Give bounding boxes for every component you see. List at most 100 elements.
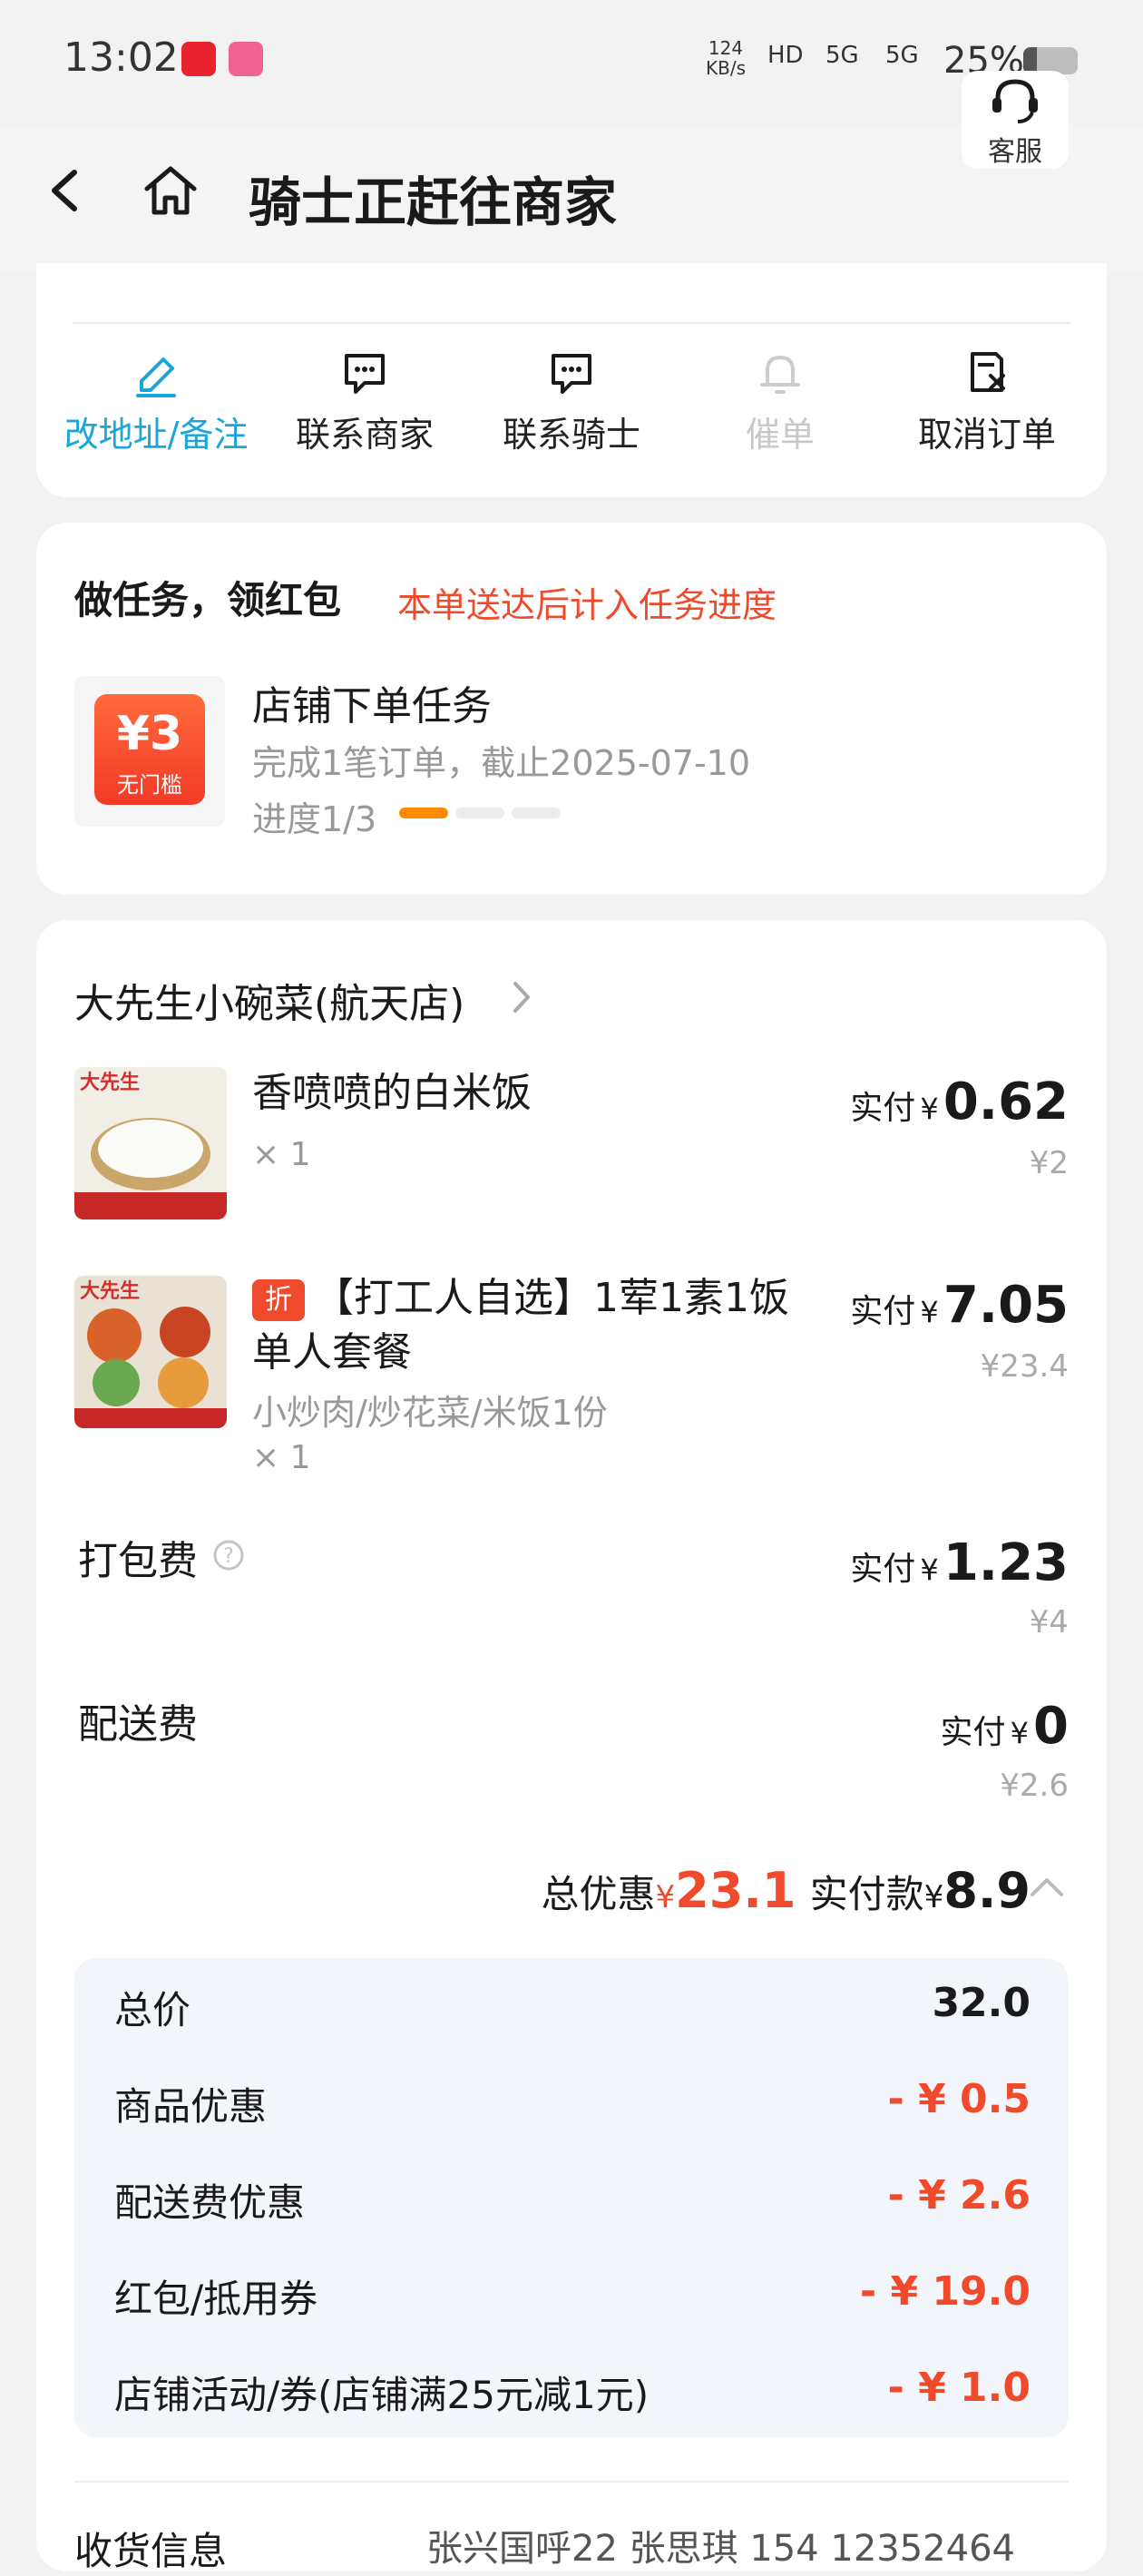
breakdown-row: 店铺活动/券(店铺满25元减1元) - ¥ 1.0	[114, 2365, 1031, 2419]
total-discount-label: 总优惠	[541, 1872, 656, 1916]
breakdown-label: 总价	[114, 1988, 191, 2032]
svg-text:大先生: 大先生	[80, 1280, 140, 1303]
breakdown-row: 商品优惠 - ¥ 0.5	[114, 2076, 1031, 2130]
net-speed-unit: KB/s	[706, 57, 746, 79]
order-summary: 总优惠¥23.1 实付款¥8.9	[0, 1862, 1031, 1919]
original-price: ¥23.4	[980, 1348, 1069, 1385]
chat-icon	[552, 354, 591, 394]
home-icon	[144, 166, 197, 215]
cancel-order-label: 取消订单	[917, 415, 1056, 455]
pay-label: 实付	[850, 1090, 916, 1127]
currency: ¥	[920, 1092, 939, 1126]
currency: ¥	[920, 1552, 939, 1587]
packing-fee-label: 打包费	[78, 1538, 198, 1584]
coupon-tag: 无门槛	[117, 772, 182, 798]
item-name-line1: 【打工人自选】1荤1素1饭	[314, 1275, 789, 1321]
currency: ¥	[920, 1295, 939, 1329]
delivery-fee-pay: 实付 ¥ 0	[940, 1697, 1069, 1756]
breakdown-row: 总价 32.0	[114, 1980, 1031, 2034]
urge-order-button[interactable]: 催单	[680, 345, 880, 456]
original-price: ¥2	[1029, 1145, 1069, 1181]
breakdown-row: 配送费优惠 - ¥ 2.6	[114, 2172, 1031, 2227]
home-button[interactable]	[134, 154, 207, 227]
task-subtitle: 本单送达后计入任务进度	[397, 585, 777, 625]
item-spec: 小炒肉/炒花菜/米饭1份	[252, 1393, 608, 1433]
chat-icon	[345, 354, 385, 394]
breakdown-value: - ¥ 2.6	[887, 2172, 1031, 2218]
delivery-fee-label: 配送费	[78, 1701, 198, 1748]
page-title: 骑士正赶往商家	[249, 171, 618, 233]
svg-text:?: ?	[223, 1545, 234, 1568]
contact-store-label: 联系商家	[295, 415, 434, 455]
progress-segment	[399, 808, 448, 818]
original-price: ¥4	[1029, 1604, 1069, 1641]
svg-text:大先生: 大先生	[80, 1072, 140, 1094]
breakdown-label: 商品优惠	[114, 2084, 268, 2129]
customer-service-label: 客服	[988, 136, 1042, 168]
progress-segment	[512, 808, 561, 818]
pay-amount: 0.62	[943, 1073, 1069, 1131]
item-qty: × 1	[252, 1439, 311, 1476]
task-desc: 完成1笔订单，截止2025-07-10	[252, 743, 751, 783]
pay-amount: 0	[1033, 1697, 1069, 1756]
original-price: ¥2.6	[1000, 1768, 1069, 1804]
divider	[73, 322, 1070, 324]
item-name: 香喷喷的白米饭	[252, 1070, 532, 1116]
contact-rider-label: 联系骑士	[502, 415, 640, 455]
help-icon[interactable]: ?	[212, 1539, 245, 1575]
chevron-up-icon[interactable]	[1027, 1869, 1067, 1909]
store-name-link[interactable]: 大先生小碗菜(航天店)	[74, 971, 464, 1029]
breakdown-label: 红包/抵用券	[114, 2277, 318, 2321]
pay-amount: 7.05	[943, 1276, 1069, 1335]
packing-fee-pay: 实付 ¥ 1.23	[850, 1533, 1069, 1592]
edit-address-label: 改地址/备注	[64, 415, 249, 455]
coupon-card: ¥3 无门槛	[74, 676, 225, 827]
currency: ¥	[655, 1879, 676, 1915]
breakdown-row: 红包/抵用券 - ¥ 19.0	[114, 2268, 1031, 2323]
task-name: 店铺下单任务	[252, 683, 492, 730]
pay-label: 实付	[940, 1714, 1006, 1751]
coupon-value: ¥3	[116, 707, 183, 761]
back-button[interactable]	[36, 154, 100, 227]
currency: ¥	[923, 1879, 944, 1915]
total-discount-amount: 23.1	[675, 1862, 796, 1919]
hd-badge: HD	[767, 42, 804, 69]
red-packet-icon: ¥3 无门槛	[94, 694, 205, 805]
divider	[74, 2481, 1069, 2483]
cancel-order-button[interactable]: 取消订单	[887, 345, 1087, 456]
contact-rider-button[interactable]: 联系骑士	[472, 345, 671, 456]
breakdown-value: - ¥ 1.0	[887, 2365, 1031, 2411]
item-qty: × 1	[252, 1136, 311, 1173]
contact-store-button[interactable]: 联系商家	[265, 345, 464, 456]
urge-order-label: 催单	[745, 415, 815, 455]
net-speed-value: 124	[708, 37, 744, 59]
currency: ¥	[1010, 1716, 1029, 1750]
rice-image[interactable]: 大先生	[74, 1067, 227, 1219]
item-pay: 实付 ¥ 0.62	[850, 1073, 1069, 1131]
receiver-info: 张兴国呼22 张思琪 154 12352464	[426, 2528, 1015, 2570]
bell-icon	[760, 356, 800, 394]
breakdown-value: - ¥ 19.0	[859, 2268, 1031, 2315]
signal-2: 5G	[885, 42, 919, 69]
paid-label: 实付款	[809, 1872, 924, 1916]
task-progress-text: 进度1/3	[252, 799, 377, 839]
pay-label: 实付	[850, 1551, 916, 1588]
signal-1: 5G	[826, 42, 859, 69]
combo-image[interactable]: 大先生	[74, 1276, 227, 1428]
headset-icon	[992, 79, 1038, 123]
item-name-line2: 单人套餐	[252, 1329, 412, 1376]
pay-amount: 1.23	[943, 1533, 1069, 1592]
breakdown-label: 店铺活动/券(店铺满25元减1元)	[114, 2373, 650, 2417]
edit-address-button[interactable]: 改地址/备注	[56, 345, 256, 456]
cancel-doc-icon	[971, 352, 1005, 392]
chevron-right-icon[interactable]	[508, 975, 535, 1024]
customer-service-button[interactable]: 客服	[962, 71, 1069, 169]
net-speed: 124 KB/s	[706, 38, 746, 78]
progress-segment	[455, 808, 504, 818]
breakdown-label: 配送费优惠	[114, 2180, 306, 2225]
breakdown-value: - ¥ 0.5	[887, 2076, 1031, 2122]
netease-music-icon	[181, 42, 216, 76]
paid-amount: 8.9	[943, 1862, 1031, 1919]
edit-icon	[136, 358, 176, 397]
pay-label: 实付	[850, 1293, 916, 1330]
